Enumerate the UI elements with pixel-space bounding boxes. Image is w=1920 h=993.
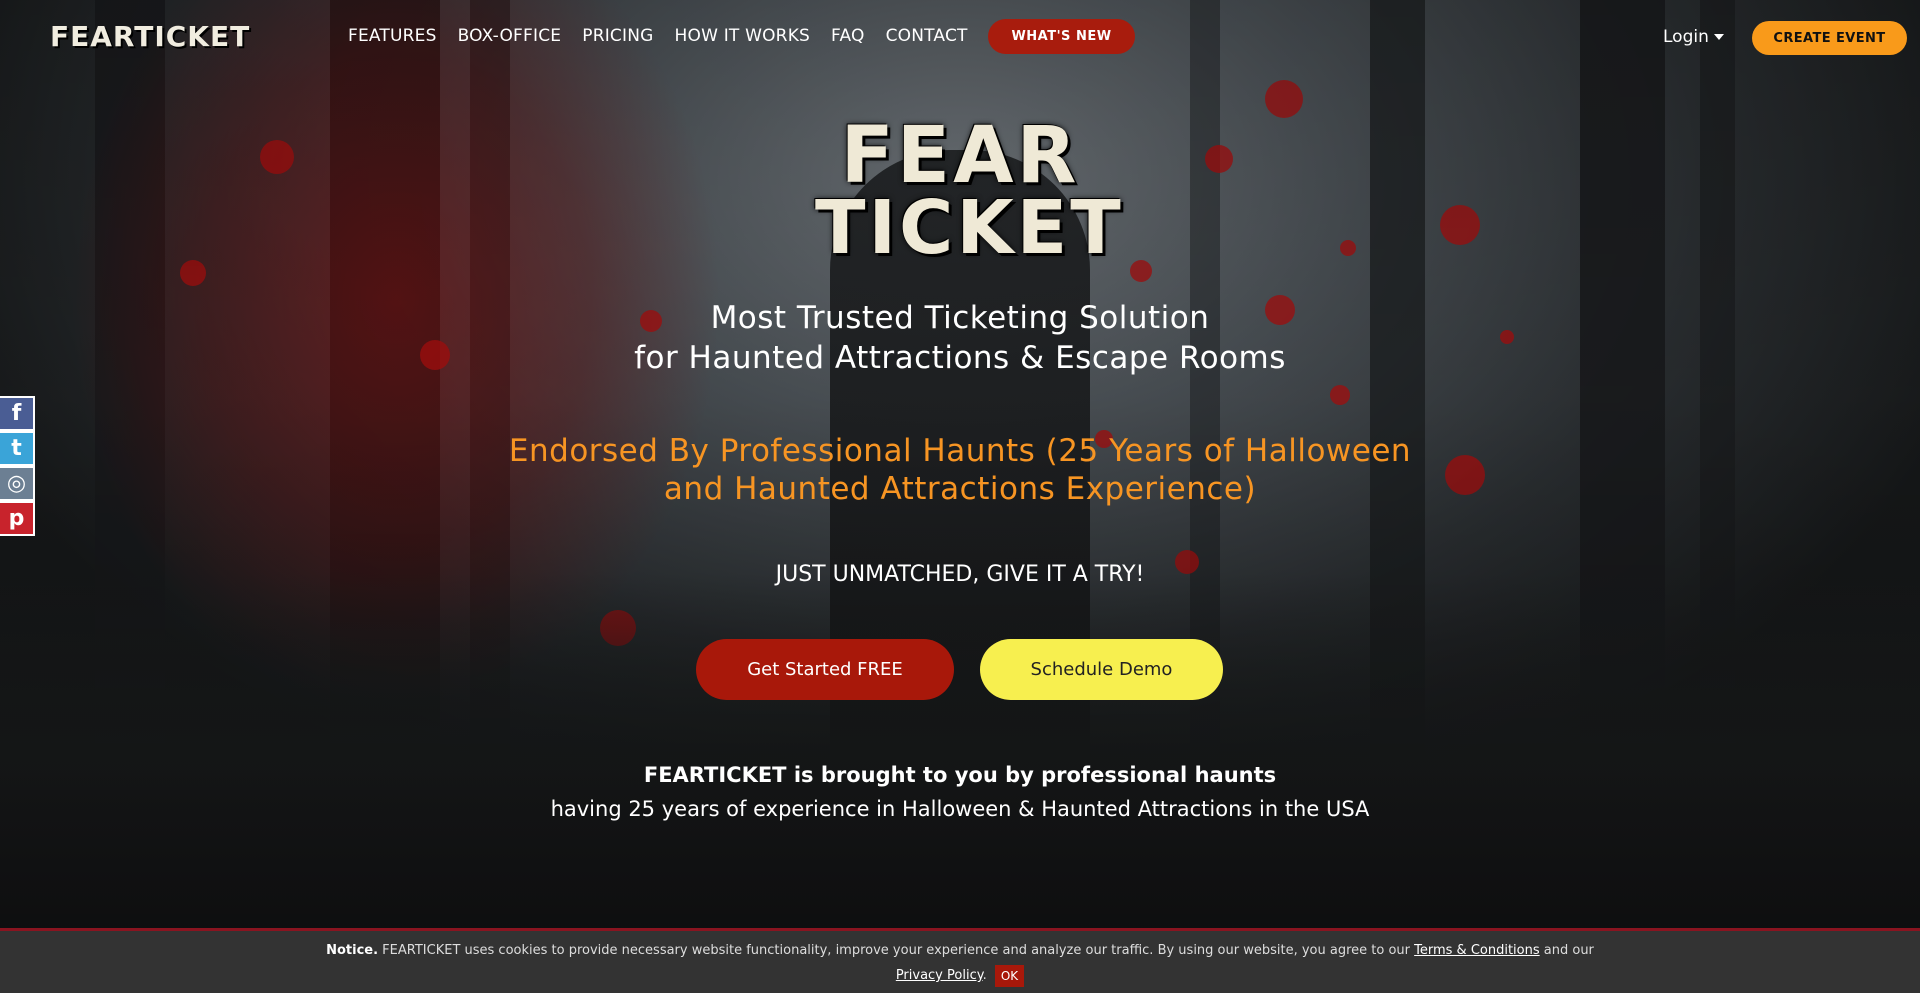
nav-item-contact[interactable]: CONTACT (886, 26, 968, 46)
privacy-policy-link[interactable]: Privacy Policy (896, 968, 983, 983)
cookie-notice-bar: Notice. FEARTICKET uses cookies to provi… (0, 928, 1920, 993)
endorsed-line1: Endorsed By Professional Haunts (25 Year… (508, 433, 1412, 469)
hero-logo-line1: FEAR (840, 111, 1080, 201)
brought-line2: having 25 years of experience in Hallowe… (550, 797, 1370, 821)
get-started-button[interactable]: Get Started FREE (696, 639, 954, 700)
cookie-text: FEARTICKET uses cookies to provide neces… (378, 943, 1415, 958)
login-label: Login (1663, 27, 1709, 47)
whats-new-button[interactable]: WHAT'S NEW (988, 19, 1135, 54)
cookie-notice-label: Notice. (326, 943, 379, 958)
nav-item-box-office[interactable]: BOX-OFFICE (458, 26, 562, 46)
cookie-ok-button[interactable]: OK (994, 964, 1025, 987)
brought-line1: FEARTICKET is brought to you by professi… (0, 758, 1920, 792)
try-text: JUST UNMATCHED, GIVE IT A TRY! (775, 562, 1145, 587)
nav-item-pricing[interactable]: PRICING (582, 26, 653, 46)
create-event-button[interactable]: CREATE EVENT (1752, 21, 1907, 55)
tagline-line1: Most Trusted Ticketing Solution (710, 300, 1210, 336)
brought-by-text: FEARTICKET is brought to you by professi… (0, 758, 1920, 826)
cookie-text-middle: and our (1539, 943, 1594, 958)
brought-brand: FEARTICKET (643, 763, 787, 787)
caret-down-icon (1713, 34, 1724, 40)
facebook-icon[interactable]: f (0, 396, 35, 431)
terms-link[interactable]: Terms & Conditions (1414, 943, 1540, 958)
nav-item-features[interactable]: FEATURES (348, 26, 437, 46)
schedule-demo-button[interactable]: Schedule Demo (980, 639, 1223, 700)
endorsed-line2: and Haunted Attractions Experience) (663, 471, 1257, 507)
nav-item-faq[interactable]: FAQ (831, 26, 865, 46)
top-navbar: FEARTICKET FEATURES BOX-OFFICE PRICING H… (0, 0, 1920, 74)
hero-tagline: Most Trusted Ticketing Solution for Haun… (0, 298, 1920, 378)
cookie-text-after: . (982, 968, 987, 983)
brand-logo[interactable]: FEARTICKET (50, 20, 250, 53)
endorsed-text: Endorsed By Professional Haunts (25 Year… (0, 432, 1920, 508)
main-nav: FEATURES BOX-OFFICE PRICING HOW IT WORKS… (348, 26, 989, 46)
tagline-line2: for Haunted Attractions & Escape Rooms (634, 340, 1286, 376)
hero-logo-line2: TICKET (815, 185, 1124, 271)
nav-item-how-it-works[interactable]: HOW IT WORKS (675, 26, 811, 46)
hero-logo: FEAR TICKET (815, 111, 1124, 271)
login-dropdown[interactable]: Login (1663, 27, 1724, 47)
brought-rest: is brought to you by professional haunts (786, 763, 1277, 787)
